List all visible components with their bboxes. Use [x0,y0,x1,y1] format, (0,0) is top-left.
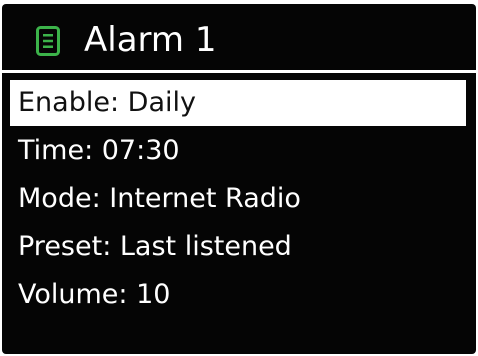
menu-item-volume[interactable]: Volume: 10 [2,272,476,318]
alarm-settings-menu: Enable: Daily Time: 07:30 Mode: Internet… [2,80,476,320]
menu-item-label: Time: 07:30 [18,135,180,166]
screen-header: Alarm 1 [2,4,476,72]
menu-item-preset[interactable]: Preset: Last listened [2,224,476,270]
menu-item-label: Volume: 10 [18,279,171,310]
menu-item-enable[interactable]: Enable: Daily [10,80,466,126]
alarm-screen: Alarm 1 Enable: Daily Time: 07:30 Mode: … [2,4,476,354]
menu-item-label: Mode: Internet Radio [18,183,301,214]
list-icon [36,26,60,56]
menu-item-time[interactable]: Time: 07:30 [2,128,476,174]
menu-item-mode[interactable]: Mode: Internet Radio [2,176,476,222]
header-divider [2,70,476,73]
menu-item-label: Preset: Last listened [18,231,292,262]
menu-item-label: Enable: Daily [18,87,196,118]
page-title: Alarm 1 [84,20,217,60]
